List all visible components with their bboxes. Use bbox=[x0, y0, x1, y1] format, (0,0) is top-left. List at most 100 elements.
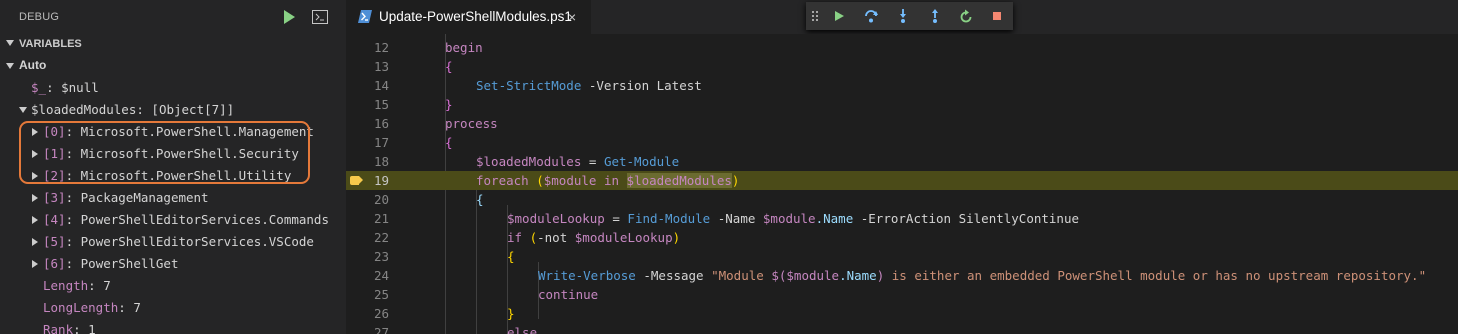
code-text: foreach ($module in $loadedModules) bbox=[476, 173, 740, 188]
code-text: Set-StrictMode -Version Latest bbox=[476, 78, 702, 93]
variable-separator: : bbox=[65, 212, 81, 227]
property-row[interactable]: Rank: 1 bbox=[0, 319, 346, 334]
step-into-icon[interactable] bbox=[895, 8, 911, 24]
module-index: [5] bbox=[43, 234, 66, 249]
stop-icon[interactable] bbox=[989, 8, 1005, 24]
debug-sidebar: DEBUG VARIABLES Auto $_: $null $loadedMo… bbox=[0, 0, 346, 334]
code-text: if (-not $moduleLookup) bbox=[507, 230, 681, 245]
module-value: PowerShellGet bbox=[80, 256, 179, 271]
module-value: PowerShellEditorServices.VSCode bbox=[80, 234, 314, 249]
drag-handle-icon[interactable] bbox=[811, 8, 819, 24]
line-number: 15 bbox=[373, 97, 389, 112]
code-text: $moduleLookup = Find-Module -Name $modul… bbox=[507, 211, 1080, 226]
line-number: 13 bbox=[373, 59, 389, 74]
code-text: begin bbox=[445, 40, 483, 55]
line-number: 16 bbox=[373, 116, 389, 131]
variable-name: $_ bbox=[31, 80, 47, 95]
chevron-down-icon bbox=[19, 107, 27, 113]
module-index: [6] bbox=[43, 256, 66, 271]
module-value: PowerShellEditorServices.Commands bbox=[80, 212, 329, 227]
module-row[interactable]: [4]: PowerShellEditorServices.Commands bbox=[0, 209, 346, 231]
code-text: process bbox=[445, 116, 498, 131]
line-number: 19 bbox=[373, 173, 389, 188]
restart-icon[interactable] bbox=[958, 8, 974, 24]
step-over-icon[interactable] bbox=[863, 8, 879, 24]
variable-name: $loadedModules bbox=[31, 102, 137, 117]
code-line[interactable]: 14 Set-StrictMode -Version Latest bbox=[346, 76, 1458, 95]
debug-console-icon[interactable] bbox=[312, 10, 328, 24]
line-number: 21 bbox=[373, 211, 389, 226]
variables-section-header[interactable]: VARIABLES bbox=[0, 34, 346, 56]
editor-tab[interactable]: Update-PowerShellModules.ps1 × bbox=[346, 0, 591, 34]
code-text: } bbox=[445, 97, 453, 112]
powershell-file-icon bbox=[358, 10, 372, 23]
step-out-icon[interactable] bbox=[927, 8, 943, 24]
line-number: 24 bbox=[373, 268, 389, 283]
variable-row[interactable]: $_: $null bbox=[0, 77, 346, 99]
variable-separator: : bbox=[65, 234, 81, 249]
module-index: [4] bbox=[43, 212, 66, 227]
code-line[interactable]: 12 begin bbox=[346, 38, 1458, 57]
property-value: 7 bbox=[133, 300, 141, 315]
code-line[interactable]: 16 process bbox=[346, 114, 1458, 133]
property-value: 1 bbox=[88, 322, 96, 334]
code-line[interactable]: 21 $moduleLookup = Find-Module -Name $mo… bbox=[346, 209, 1458, 228]
chevron-right-icon bbox=[32, 194, 38, 202]
code-line[interactable]: 20 { bbox=[346, 190, 1458, 209]
property-name: Rank bbox=[43, 322, 74, 334]
line-number: 22 bbox=[373, 230, 389, 245]
code-editor[interactable]: 12 begin 13 { 14 Set-StrictMode -Version… bbox=[346, 34, 1458, 334]
scope-auto[interactable]: Auto bbox=[0, 55, 346, 77]
debug-header: DEBUG bbox=[0, 0, 346, 34]
line-number: 27 bbox=[373, 325, 389, 334]
property-name: LongLength bbox=[43, 300, 119, 315]
code-line[interactable]: 26 } bbox=[346, 304, 1458, 323]
variable-separator: : bbox=[118, 300, 134, 315]
debug-toolbar bbox=[806, 2, 1013, 30]
variable-separator: : bbox=[65, 256, 81, 271]
current-execution-line[interactable]: 19 foreach ($module in $loadedModules) bbox=[346, 171, 1458, 190]
highlight-annotation bbox=[19, 121, 310, 184]
close-icon[interactable]: × bbox=[568, 9, 576, 25]
code-line[interactable]: 18 $loadedModules = Get-Module bbox=[346, 152, 1458, 171]
code-text: $loadedModules = Get-Module bbox=[476, 154, 680, 169]
code-line[interactable]: 15 } bbox=[346, 95, 1458, 114]
property-row[interactable]: Length: 7 bbox=[0, 275, 346, 297]
line-number: 17 bbox=[373, 135, 389, 150]
code-line[interactable]: 23 { bbox=[346, 247, 1458, 266]
code-text: continue bbox=[538, 287, 599, 302]
chevron-right-icon bbox=[32, 216, 38, 224]
line-number: 23 bbox=[373, 249, 389, 264]
line-number: 14 bbox=[373, 78, 389, 93]
line-number: 12 bbox=[373, 40, 389, 55]
module-row[interactable]: [5]: PowerShellEditorServices.VSCode bbox=[0, 231, 346, 253]
scope-label: Auto bbox=[19, 58, 47, 72]
property-value: 7 bbox=[103, 278, 111, 293]
module-index: [3] bbox=[43, 190, 66, 205]
chevron-right-icon bbox=[32, 260, 38, 268]
code-line[interactable]: 22 if (-not $moduleLookup) bbox=[346, 228, 1458, 247]
continue-icon[interactable] bbox=[831, 8, 847, 24]
variables-section-title: VARIABLES bbox=[19, 38, 82, 50]
property-row[interactable]: LongLength: 7 bbox=[0, 297, 346, 319]
code-line[interactable]: 24 Write-Verbose -Message "Module $($mod… bbox=[346, 266, 1458, 285]
chevron-right-icon bbox=[32, 238, 38, 246]
code-line[interactable]: 25 continue bbox=[346, 285, 1458, 304]
line-number: 18 bbox=[373, 154, 389, 169]
start-debugging-icon[interactable] bbox=[282, 9, 296, 25]
code-text: { bbox=[507, 249, 515, 264]
code-text: { bbox=[476, 192, 484, 207]
code-line[interactable]: 27 else bbox=[346, 323, 1458, 334]
variable-separator: : bbox=[46, 80, 62, 95]
variable-row-loaded-modules[interactable]: $loadedModules: [Object[7]] bbox=[0, 99, 346, 121]
module-row[interactable]: [3]: PackageManagement bbox=[0, 187, 346, 209]
variable-value: [Object[7]] bbox=[151, 102, 235, 117]
code-text: { bbox=[445, 135, 453, 150]
chevron-down-icon bbox=[6, 40, 14, 46]
code-line[interactable]: 13 { bbox=[346, 57, 1458, 76]
debug-title: DEBUG bbox=[19, 11, 60, 23]
module-row[interactable]: [6]: PowerShellGet bbox=[0, 253, 346, 275]
variable-separator: : bbox=[73, 322, 89, 334]
code-line[interactable]: 17 { bbox=[346, 133, 1458, 152]
tab-label: Update-PowerShellModules.ps1 bbox=[379, 9, 572, 24]
